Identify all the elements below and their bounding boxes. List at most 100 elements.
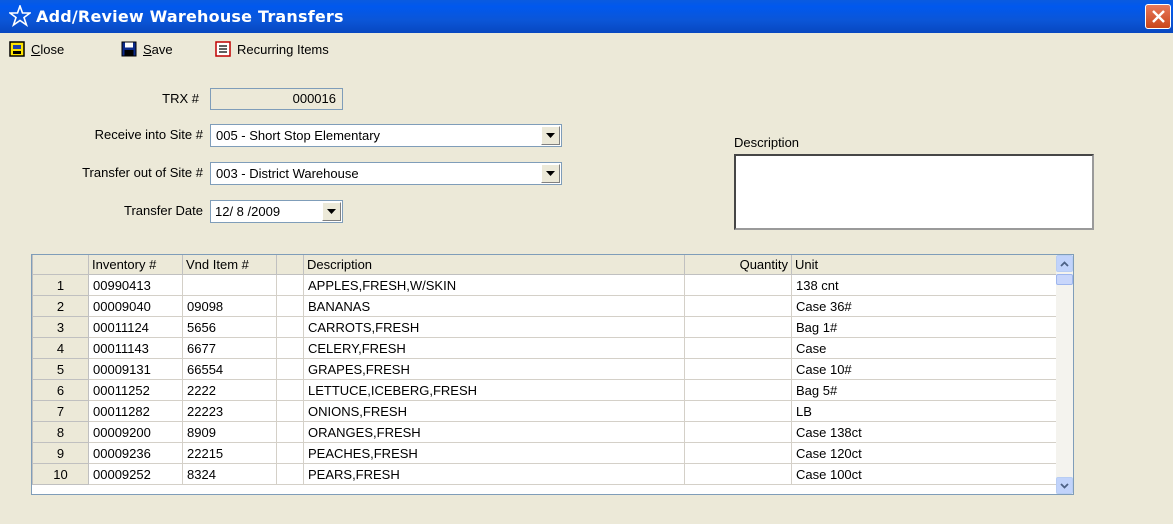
row-number: 8 bbox=[32, 421, 89, 443]
vertical-scrollbar[interactable] bbox=[1056, 255, 1073, 494]
transfer-date-picker[interactable]: 12/ 8 /2009 bbox=[210, 200, 343, 223]
cell-unit[interactable]: Case 10# bbox=[791, 358, 1058, 380]
cell-unit[interactable]: Bag 1# bbox=[791, 316, 1058, 338]
column-header-vnd-item[interactable]: Vnd Item # bbox=[182, 255, 277, 275]
cell-blank[interactable] bbox=[276, 400, 304, 422]
transfer-out-site-select[interactable]: 003 - District Warehouse bbox=[210, 162, 562, 185]
cell-blank[interactable] bbox=[276, 274, 304, 296]
cell-inventory[interactable]: 00011252 bbox=[88, 379, 183, 401]
cell-inventory[interactable]: 00011124 bbox=[88, 316, 183, 338]
cell-blank[interactable] bbox=[276, 295, 304, 317]
table-row[interactable]: 2 00009040 09098 BANANAS Case 36# bbox=[32, 295, 1058, 317]
close-button[interactable]: Close bbox=[9, 39, 64, 59]
receive-site-select[interactable]: 005 - Short Stop Elementary bbox=[210, 124, 562, 147]
cell-description[interactable]: APPLES,FRESH,W/SKIN bbox=[303, 274, 685, 296]
description-field[interactable] bbox=[734, 154, 1094, 230]
cell-unit[interactable]: Case 100ct bbox=[791, 463, 1058, 485]
cell-blank[interactable] bbox=[276, 358, 304, 380]
table-row[interactable]: 9 00009236 22215 PEACHES,FRESH Case 120ct bbox=[32, 442, 1058, 464]
column-header-unit[interactable]: Unit bbox=[791, 255, 1058, 275]
save-button[interactable]: Save bbox=[121, 39, 173, 59]
cell-vnd-item[interactable]: 6677 bbox=[182, 337, 277, 359]
column-header-inventory[interactable]: Inventory # bbox=[88, 255, 183, 275]
cell-description[interactable]: BANANAS bbox=[303, 295, 685, 317]
cell-unit[interactable]: Case 120ct bbox=[791, 442, 1058, 464]
cell-inventory[interactable]: 00009200 bbox=[88, 421, 183, 443]
cell-inventory[interactable]: 00990413 bbox=[88, 274, 183, 296]
table-row[interactable]: 1 00990413 APPLES,FRESH,W/SKIN 138 cnt bbox=[32, 274, 1058, 296]
cell-blank[interactable] bbox=[276, 379, 304, 401]
cell-quantity[interactable] bbox=[684, 400, 792, 422]
cell-description[interactable]: PEACHES,FRESH bbox=[303, 442, 685, 464]
cell-description[interactable]: GRAPES,FRESH bbox=[303, 358, 685, 380]
cell-vnd-item[interactable] bbox=[182, 274, 277, 296]
close-door-icon bbox=[9, 41, 25, 57]
cell-vnd-item[interactable]: 2222 bbox=[182, 379, 277, 401]
table-row[interactable]: 5 00009131 66554 GRAPES,FRESH Case 10# bbox=[32, 358, 1058, 380]
cell-quantity[interactable] bbox=[684, 442, 792, 464]
cell-vnd-item[interactable]: 66554 bbox=[182, 358, 277, 380]
receive-site-dropdown-button[interactable] bbox=[541, 126, 560, 145]
cell-unit[interactable]: LB bbox=[791, 400, 1058, 422]
cell-unit[interactable]: Case bbox=[791, 337, 1058, 359]
cell-quantity[interactable] bbox=[684, 295, 792, 317]
cell-unit[interactable]: 138 cnt bbox=[791, 274, 1058, 296]
column-header-quantity[interactable]: Quantity bbox=[684, 255, 792, 275]
cell-inventory[interactable]: 00009131 bbox=[88, 358, 183, 380]
cell-blank[interactable] bbox=[276, 421, 304, 443]
table-row[interactable]: 4 00011143 6677 CELERY,FRESH Case bbox=[32, 337, 1058, 359]
cell-quantity[interactable] bbox=[684, 337, 792, 359]
cell-inventory[interactable]: 00009040 bbox=[88, 295, 183, 317]
transfer-out-site-dropdown-button[interactable] bbox=[541, 164, 560, 183]
cell-quantity[interactable] bbox=[684, 316, 792, 338]
cell-inventory[interactable]: 00009236 bbox=[88, 442, 183, 464]
scroll-up-button[interactable] bbox=[1056, 255, 1073, 272]
title-bar: Add/Review Warehouse Transfers bbox=[0, 0, 1173, 33]
cell-description[interactable]: ONIONS,FRESH bbox=[303, 400, 685, 422]
cell-description[interactable]: ORANGES,FRESH bbox=[303, 421, 685, 443]
cell-unit[interactable]: Case 36# bbox=[791, 295, 1058, 317]
cell-quantity[interactable] bbox=[684, 358, 792, 380]
column-header-blank[interactable] bbox=[276, 255, 304, 275]
table-row[interactable]: 7 00011282 22223 ONIONS,FRESH LB bbox=[32, 400, 1058, 422]
cell-unit[interactable]: Case 138ct bbox=[791, 421, 1058, 443]
close-window-button[interactable] bbox=[1145, 4, 1171, 29]
cell-blank[interactable] bbox=[276, 463, 304, 485]
row-number: 2 bbox=[32, 295, 89, 317]
window-title: Add/Review Warehouse Transfers bbox=[36, 7, 344, 26]
cell-blank[interactable] bbox=[276, 316, 304, 338]
table-row[interactable]: 3 00011124 5656 CARROTS,FRESH Bag 1# bbox=[32, 316, 1058, 338]
cell-blank[interactable] bbox=[276, 442, 304, 464]
chevron-down-icon bbox=[327, 209, 336, 214]
cell-quantity[interactable] bbox=[684, 463, 792, 485]
cell-quantity[interactable] bbox=[684, 379, 792, 401]
scroll-thumb[interactable] bbox=[1056, 274, 1073, 285]
cell-description[interactable]: CELERY,FRESH bbox=[303, 337, 685, 359]
cell-vnd-item[interactable]: 22223 bbox=[182, 400, 277, 422]
row-number: 4 bbox=[32, 337, 89, 359]
cell-vnd-item[interactable]: 8909 bbox=[182, 421, 277, 443]
column-header-description[interactable]: Description bbox=[303, 255, 685, 275]
scroll-down-button[interactable] bbox=[1056, 477, 1073, 494]
cell-vnd-item[interactable]: 8324 bbox=[182, 463, 277, 485]
cell-vnd-item[interactable]: 5656 bbox=[182, 316, 277, 338]
cell-inventory[interactable]: 00011282 bbox=[88, 400, 183, 422]
cell-quantity[interactable] bbox=[684, 421, 792, 443]
cell-description[interactable]: PEARS,FRESH bbox=[303, 463, 685, 485]
receive-site-label: Receive into Site # bbox=[94, 127, 203, 142]
cell-vnd-item[interactable]: 22215 bbox=[182, 442, 277, 464]
cell-inventory[interactable]: 00009252 bbox=[88, 463, 183, 485]
table-row[interactable]: 10 00009252 8324 PEARS,FRESH Case 100ct bbox=[32, 463, 1058, 485]
cell-blank[interactable] bbox=[276, 337, 304, 359]
cell-vnd-item[interactable]: 09098 bbox=[182, 295, 277, 317]
transfer-date-dropdown-button[interactable] bbox=[322, 202, 341, 221]
cell-unit[interactable]: Bag 5# bbox=[791, 379, 1058, 401]
cell-description[interactable]: CARROTS,FRESH bbox=[303, 316, 685, 338]
table-row[interactable]: 8 00009200 8909 ORANGES,FRESH Case 138ct bbox=[32, 421, 1058, 443]
table-row[interactable]: 6 00011252 2222 LETTUCE,ICEBERG,FRESH Bag 5# bbox=[32, 379, 1058, 401]
row-number: 5 bbox=[32, 358, 89, 380]
cell-description[interactable]: LETTUCE,ICEBERG,FRESH bbox=[303, 379, 685, 401]
cell-inventory[interactable]: 00011143 bbox=[88, 337, 183, 359]
recurring-items-button[interactable]: Recurring Items bbox=[215, 39, 329, 59]
cell-quantity[interactable] bbox=[684, 274, 792, 296]
